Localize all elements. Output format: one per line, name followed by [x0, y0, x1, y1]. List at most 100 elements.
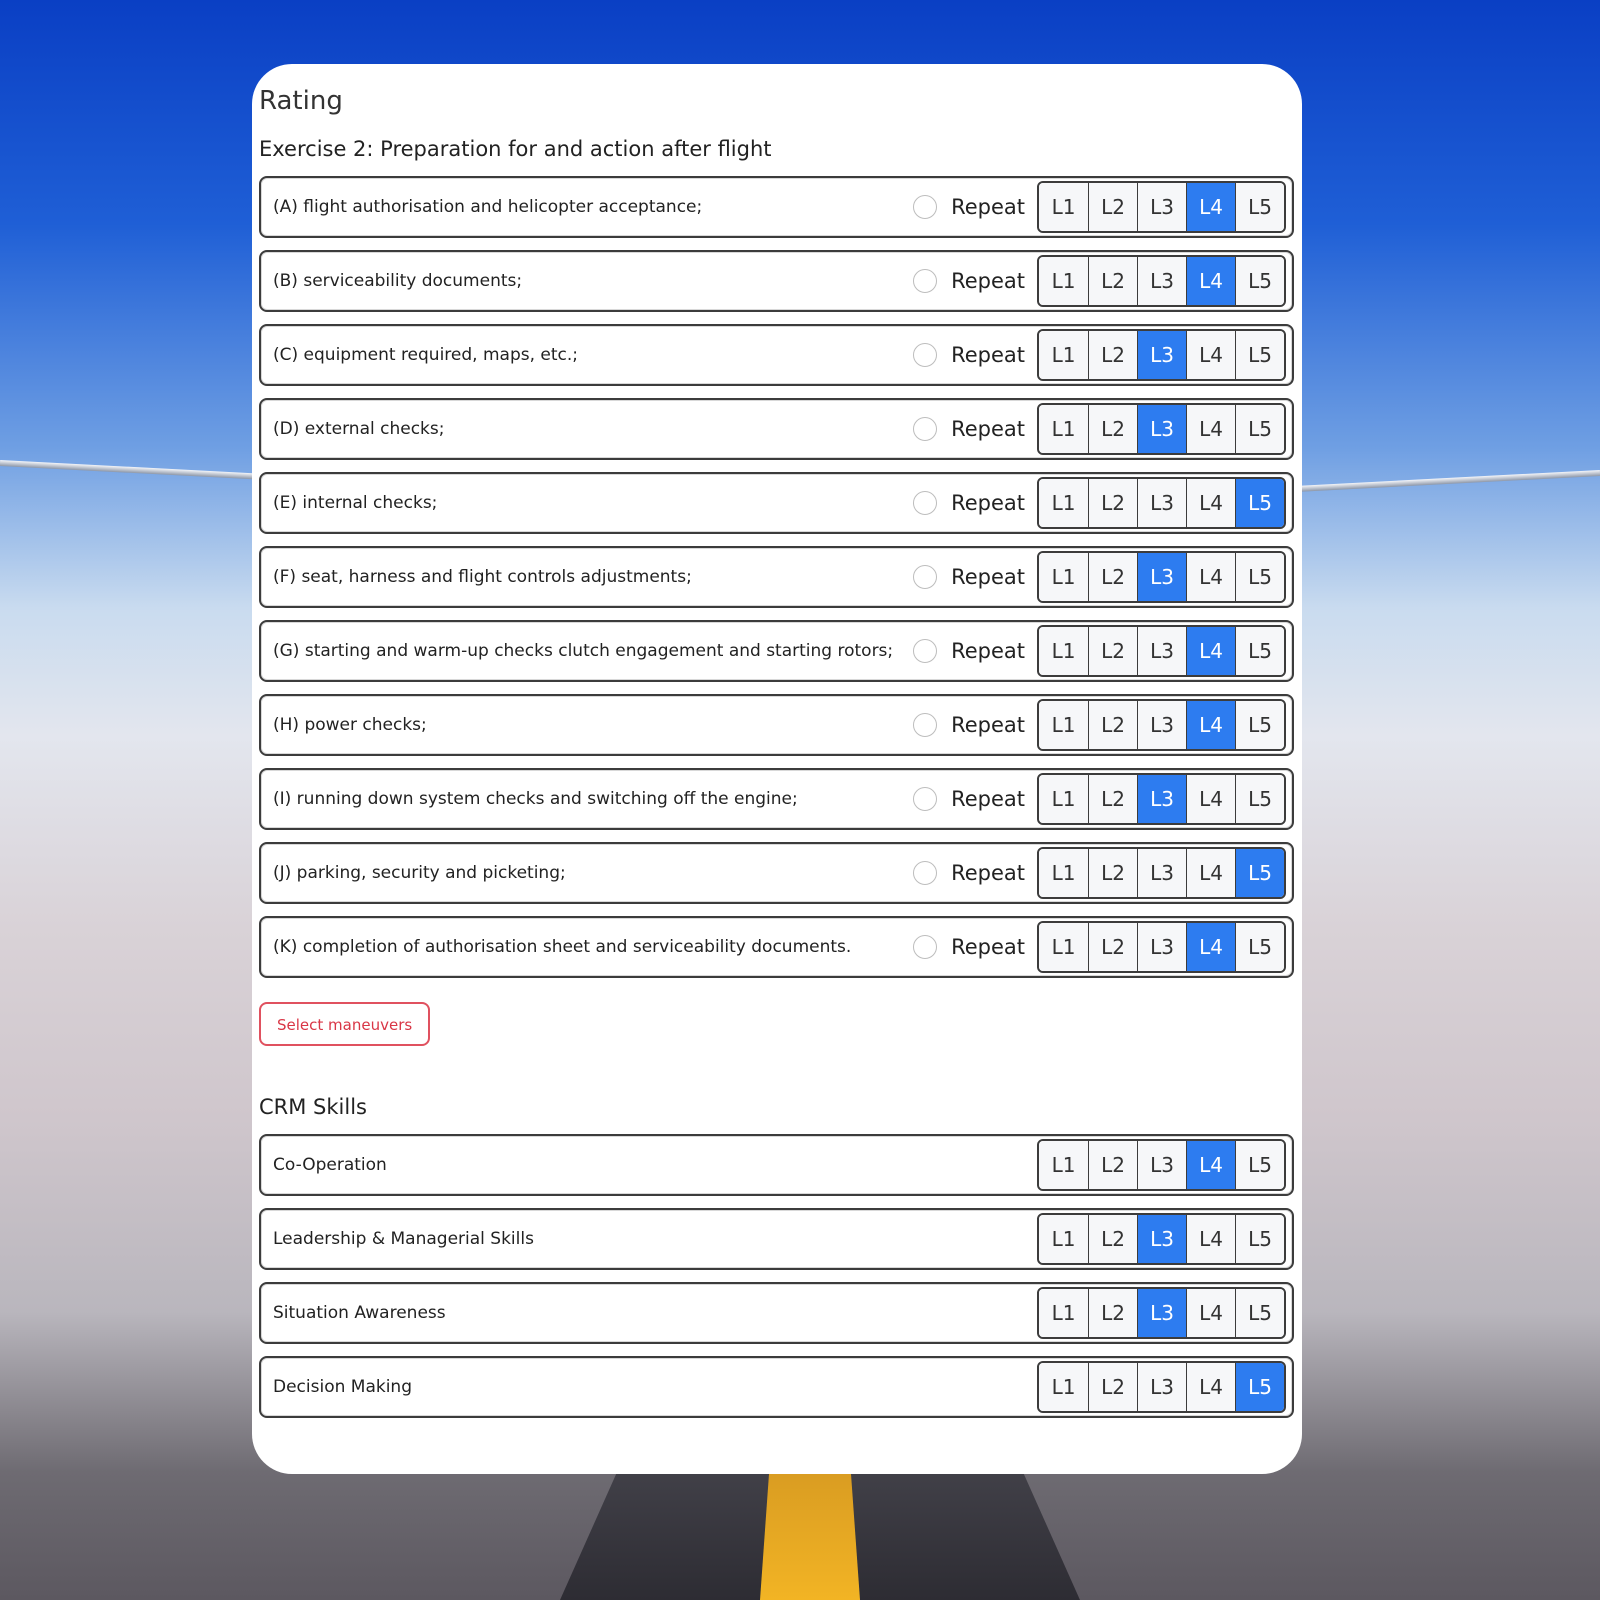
repeat-label: Repeat [951, 713, 1025, 737]
level-button-l5[interactable]: L5 [1235, 923, 1284, 971]
level-button-l3[interactable]: L3 [1137, 923, 1186, 971]
level-button-l1[interactable]: L1 [1039, 553, 1088, 601]
repeat-control[interactable]: Repeat [913, 269, 1025, 293]
level-button-l3[interactable]: L3 [1137, 775, 1186, 823]
level-button-l4[interactable]: L4 [1186, 923, 1235, 971]
level-button-l5[interactable]: L5 [1235, 183, 1284, 231]
level-button-l5[interactable]: L5 [1235, 775, 1284, 823]
level-button-l5[interactable]: L5 [1235, 1141, 1284, 1189]
repeat-checkbox[interactable] [913, 713, 938, 737]
level-button-l1[interactable]: L1 [1039, 1363, 1088, 1411]
level-button-l4[interactable]: L4 [1186, 1141, 1235, 1189]
level-button-l3[interactable]: L3 [1137, 627, 1186, 675]
level-button-l1[interactable]: L1 [1039, 923, 1088, 971]
level-button-l1[interactable]: L1 [1039, 627, 1088, 675]
level-button-l3[interactable]: L3 [1137, 1363, 1186, 1411]
level-button-l3[interactable]: L3 [1137, 1141, 1186, 1189]
repeat-checkbox[interactable] [913, 417, 938, 441]
level-button-l5[interactable]: L5 [1235, 849, 1284, 897]
level-button-l4[interactable]: L4 [1186, 553, 1235, 601]
level-button-l5[interactable]: L5 [1235, 1289, 1284, 1337]
level-button-l3[interactable]: L3 [1137, 405, 1186, 453]
repeat-control[interactable]: Repeat [913, 417, 1025, 441]
level-button-l2[interactable]: L2 [1088, 479, 1137, 527]
level-button-l2[interactable]: L2 [1088, 627, 1137, 675]
level-button-l5[interactable]: L5 [1235, 405, 1284, 453]
level-button-l1[interactable]: L1 [1039, 1215, 1088, 1263]
level-button-l5[interactable]: L5 [1235, 1363, 1284, 1411]
level-button-l3[interactable]: L3 [1137, 849, 1186, 897]
repeat-checkbox[interactable] [913, 343, 938, 367]
repeat-control[interactable]: Repeat [913, 787, 1025, 811]
repeat-checkbox[interactable] [913, 491, 938, 515]
level-button-l2[interactable]: L2 [1088, 1289, 1137, 1337]
repeat-checkbox[interactable] [913, 861, 938, 885]
level-button-l2[interactable]: L2 [1088, 183, 1137, 231]
level-button-l1[interactable]: L1 [1039, 775, 1088, 823]
level-button-l2[interactable]: L2 [1088, 923, 1137, 971]
level-button-l3[interactable]: L3 [1137, 331, 1186, 379]
level-button-l5[interactable]: L5 [1235, 479, 1284, 527]
level-button-l1[interactable]: L1 [1039, 701, 1088, 749]
repeat-control[interactable]: Repeat [913, 195, 1025, 219]
repeat-checkbox[interactable] [913, 565, 938, 589]
level-button-l1[interactable]: L1 [1039, 183, 1088, 231]
level-button-l4[interactable]: L4 [1186, 331, 1235, 379]
level-button-l5[interactable]: L5 [1235, 627, 1284, 675]
level-button-l2[interactable]: L2 [1088, 701, 1137, 749]
level-button-l2[interactable]: L2 [1088, 257, 1137, 305]
repeat-control[interactable]: Repeat [913, 935, 1025, 959]
repeat-checkbox[interactable] [913, 269, 938, 293]
level-button-l3[interactable]: L3 [1137, 183, 1186, 231]
level-button-l1[interactable]: L1 [1039, 1289, 1088, 1337]
level-button-l5[interactable]: L5 [1235, 1215, 1284, 1263]
level-button-l4[interactable]: L4 [1186, 183, 1235, 231]
level-button-l4[interactable]: L4 [1186, 1363, 1235, 1411]
level-button-l2[interactable]: L2 [1088, 1215, 1137, 1263]
level-button-l2[interactable]: L2 [1088, 775, 1137, 823]
level-button-l3[interactable]: L3 [1137, 257, 1186, 305]
repeat-control[interactable]: Repeat [913, 491, 1025, 515]
level-button-l1[interactable]: L1 [1039, 405, 1088, 453]
repeat-control[interactable]: Repeat [913, 713, 1025, 737]
level-button-l4[interactable]: L4 [1186, 257, 1235, 305]
level-button-l5[interactable]: L5 [1235, 331, 1284, 379]
level-button-l4[interactable]: L4 [1186, 1289, 1235, 1337]
level-button-l5[interactable]: L5 [1235, 553, 1284, 601]
level-button-l2[interactable]: L2 [1088, 553, 1137, 601]
level-button-l4[interactable]: L4 [1186, 701, 1235, 749]
level-button-l3[interactable]: L3 [1137, 1215, 1186, 1263]
repeat-control[interactable]: Repeat [913, 861, 1025, 885]
level-button-l2[interactable]: L2 [1088, 1141, 1137, 1189]
level-button-l3[interactable]: L3 [1137, 1289, 1186, 1337]
level-button-l2[interactable]: L2 [1088, 331, 1137, 379]
level-button-l4[interactable]: L4 [1186, 479, 1235, 527]
repeat-control[interactable]: Repeat [913, 639, 1025, 663]
level-button-l5[interactable]: L5 [1235, 701, 1284, 749]
level-button-l1[interactable]: L1 [1039, 331, 1088, 379]
level-button-l2[interactable]: L2 [1088, 1363, 1137, 1411]
level-button-l3[interactable]: L3 [1137, 553, 1186, 601]
repeat-checkbox[interactable] [913, 195, 938, 219]
level-button-l4[interactable]: L4 [1186, 627, 1235, 675]
repeat-checkbox[interactable] [913, 935, 938, 959]
repeat-control[interactable]: Repeat [913, 343, 1025, 367]
repeat-control[interactable]: Repeat [913, 565, 1025, 589]
repeat-checkbox[interactable] [913, 787, 938, 811]
level-button-l2[interactable]: L2 [1088, 405, 1137, 453]
rating-row-label: (K) completion of authorisation sheet an… [273, 937, 852, 957]
level-button-l4[interactable]: L4 [1186, 775, 1235, 823]
level-button-l2[interactable]: L2 [1088, 849, 1137, 897]
level-button-l1[interactable]: L1 [1039, 849, 1088, 897]
level-button-l4[interactable]: L4 [1186, 1215, 1235, 1263]
level-button-l4[interactable]: L4 [1186, 849, 1235, 897]
repeat-checkbox[interactable] [913, 639, 938, 663]
level-button-l1[interactable]: L1 [1039, 257, 1088, 305]
level-button-l1[interactable]: L1 [1039, 479, 1088, 527]
level-button-l5[interactable]: L5 [1235, 257, 1284, 305]
level-button-l4[interactable]: L4 [1186, 405, 1235, 453]
level-button-l3[interactable]: L3 [1137, 701, 1186, 749]
select-maneuvers-button[interactable]: Select maneuvers [259, 1002, 431, 1046]
level-button-l3[interactable]: L3 [1137, 479, 1186, 527]
level-button-l1[interactable]: L1 [1039, 1141, 1088, 1189]
